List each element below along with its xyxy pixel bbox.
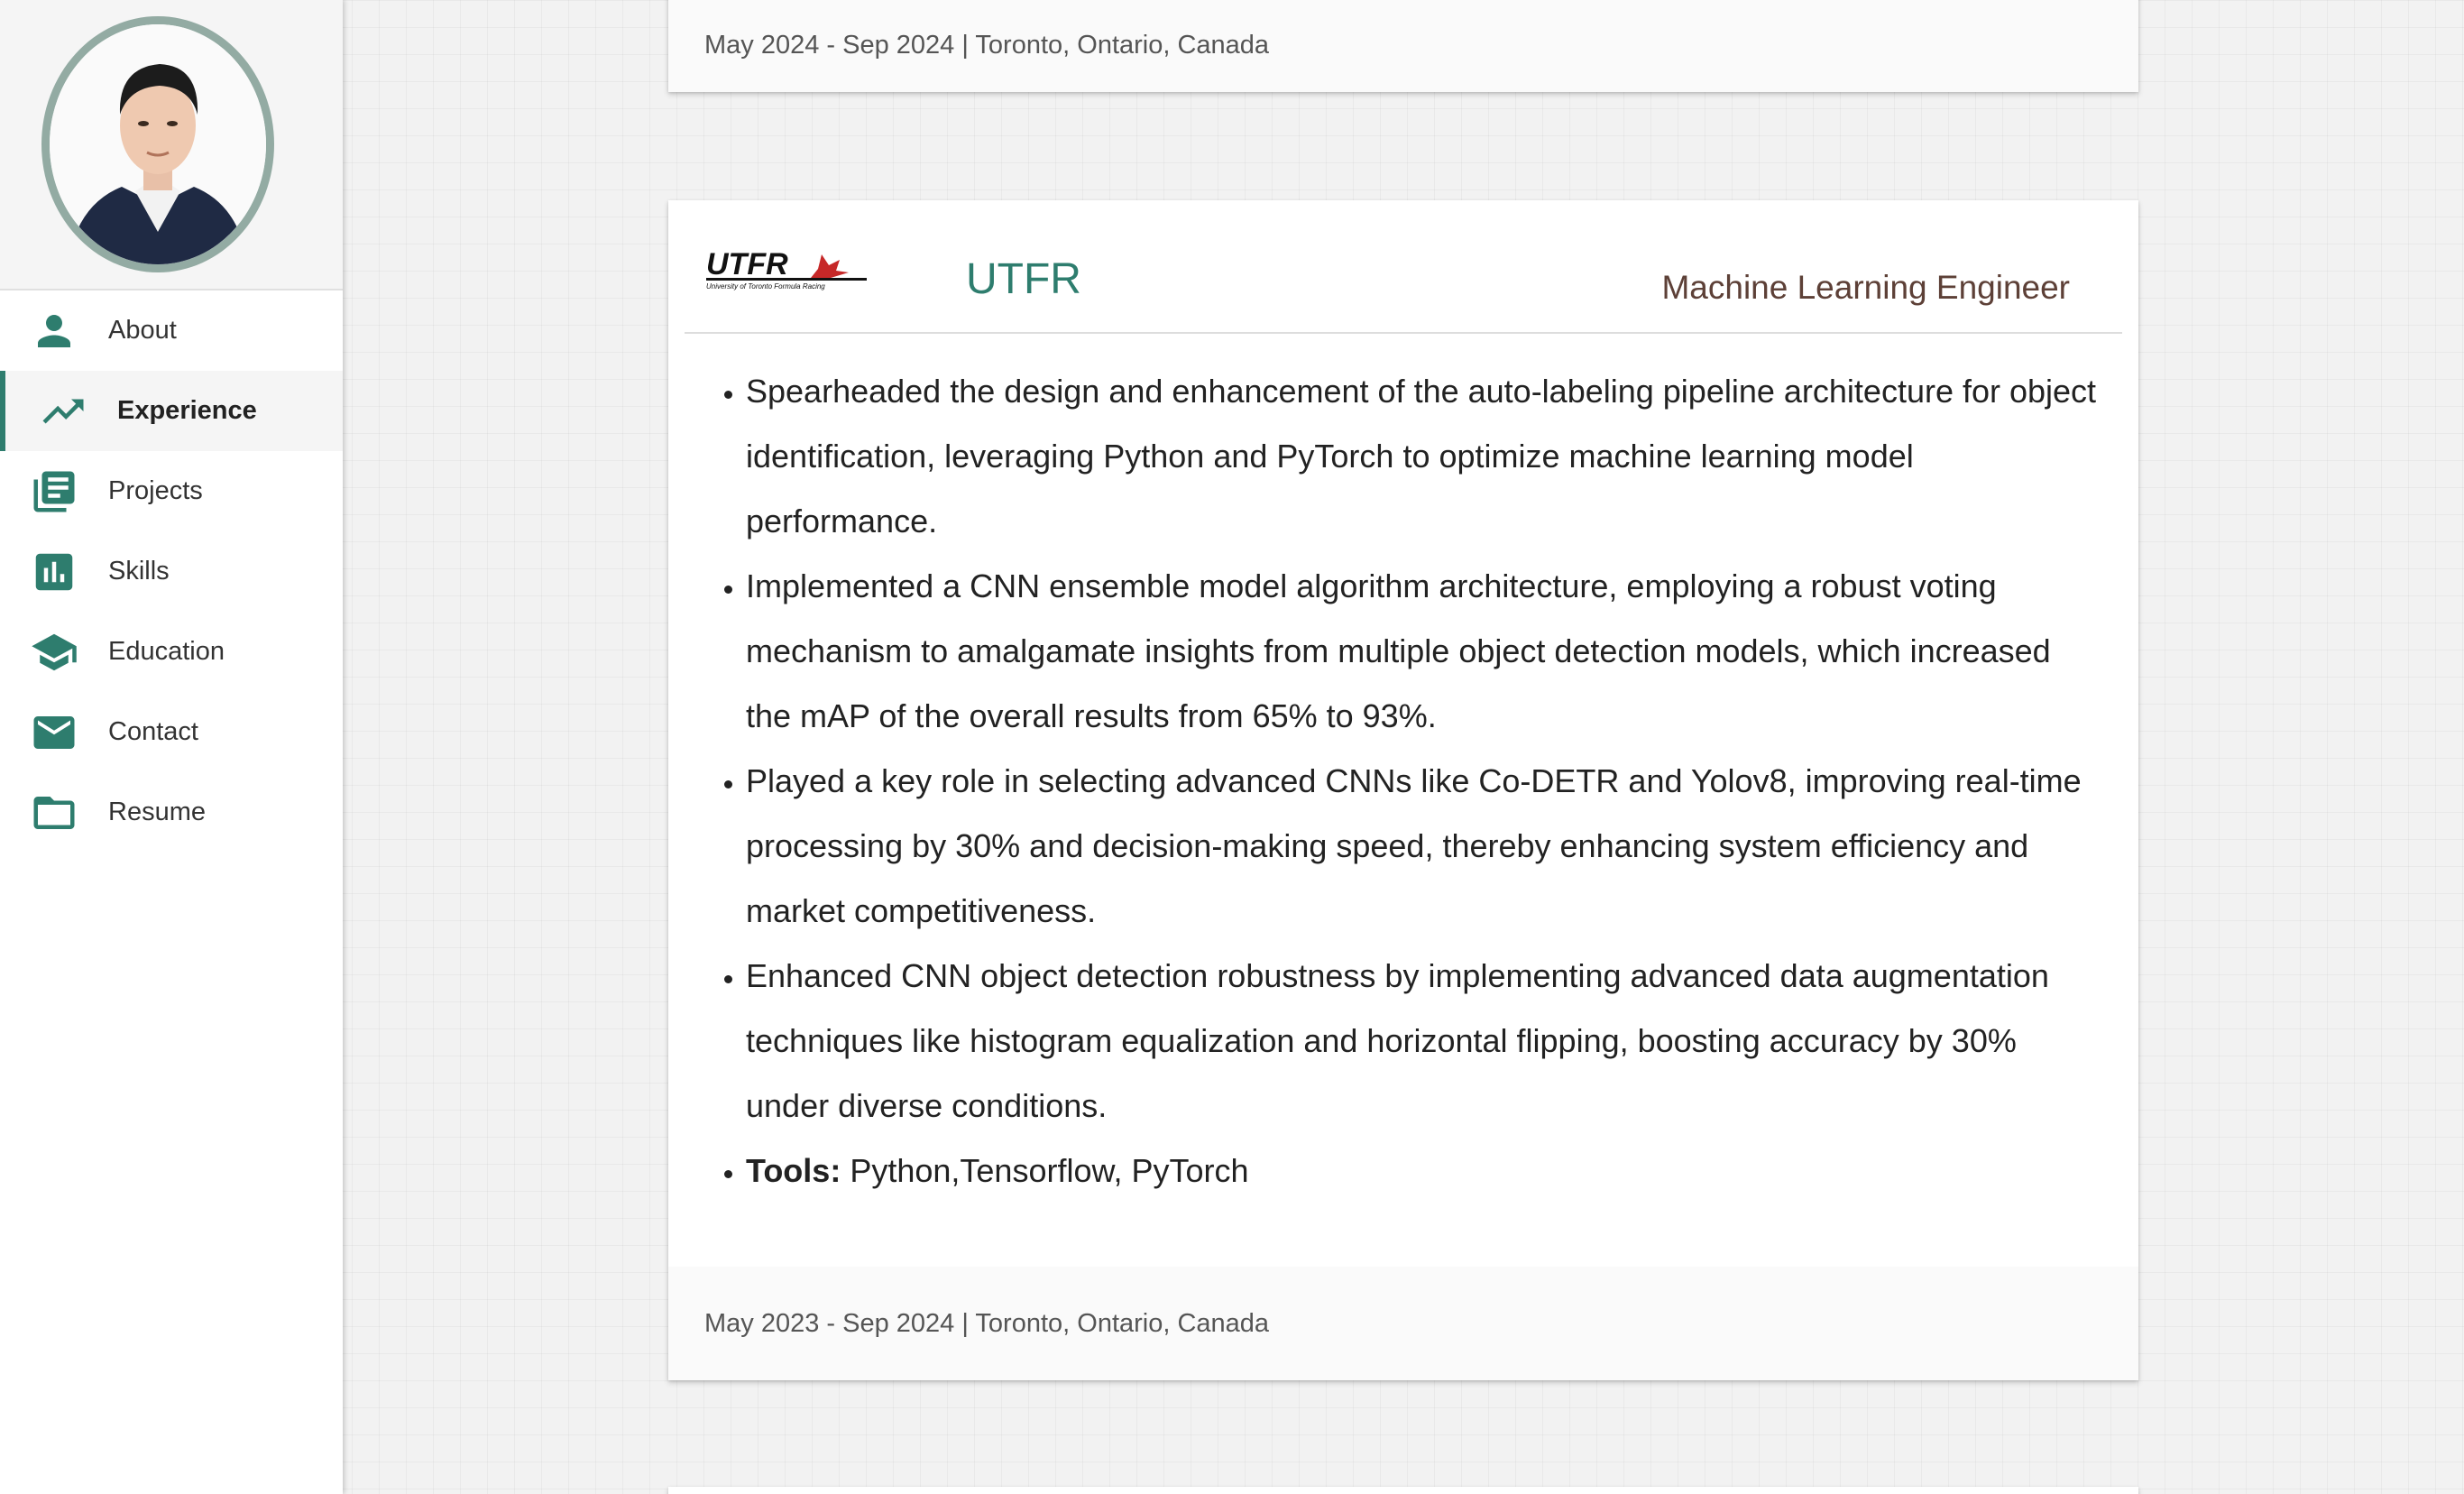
date-location: May 2023 - Sep 2024 | Toronto, Ontario, … (704, 1308, 1270, 1338)
sidebar-item-label: About (108, 316, 177, 345)
list-item: Spearheaded the design and enhancement o… (746, 359, 2102, 554)
folder-icon (29, 788, 79, 838)
trending-up-icon (38, 386, 88, 437)
experience-card-utfr: UTFR University of Toronto Formula Racin… (668, 200, 2138, 1380)
person-icon (29, 306, 79, 356)
sidebar-item-label: Resume (108, 798, 206, 826)
tools-label: Tools: (746, 1152, 841, 1189)
sidebar-item-resume[interactable]: Resume (0, 772, 343, 853)
tools-item: Tools: Python,Tensorflow, PyTorch (746, 1139, 2102, 1204)
date-location: May 2024 - Sep 2024 | Toronto, Ontario, … (704, 30, 1270, 60)
mail-icon (29, 707, 79, 758)
sidebar: About Experience Projects Skills Educati… (0, 0, 343, 1494)
logo-subtext: University of Toronto Formula Racing (706, 282, 825, 290)
sidebar-item-education[interactable]: Education (0, 612, 343, 692)
graduation-cap-icon (29, 627, 79, 678)
experience-card-previous: May 2024 - Sep 2024 | Toronto, Ontario, … (668, 0, 2138, 92)
sidebar-item-label: Projects (108, 476, 203, 505)
list-item: Played a key role in selecting advanced … (746, 749, 2102, 944)
profile-header (0, 0, 343, 290)
sidebar-item-experience[interactable]: Experience (0, 371, 343, 451)
job-title: Machine Learning Engineer (1661, 269, 2070, 306)
sidebar-item-skills[interactable]: Skills (0, 531, 343, 612)
sidebar-nav: About Experience Projects Skills Educati… (0, 290, 343, 853)
library-books-icon (29, 466, 79, 517)
logo-wordmark: UTFR (706, 247, 788, 281)
sidebar-item-about[interactable]: About (0, 290, 343, 371)
bar-chart-icon (29, 547, 79, 597)
card-header: UTFR University of Toronto Formula Racin… (685, 200, 2122, 334)
company-logo: UTFR University of Toronto Formula Racin… (706, 247, 867, 290)
sidebar-item-label: Contact (108, 717, 198, 746)
avatar (41, 16, 274, 272)
responsibilities-list: Spearheaded the design and enhancement o… (746, 359, 2102, 1204)
sidebar-item-label: Experience (117, 396, 257, 425)
sidebar-item-label: Education (108, 637, 225, 666)
list-item: Enhanced CNN object detection robustness… (746, 944, 2102, 1139)
sidebar-item-projects[interactable]: Projects (0, 451, 343, 531)
sidebar-item-label: Skills (108, 557, 170, 586)
sidebar-item-contact[interactable]: Contact (0, 692, 343, 772)
avatar-photo (50, 24, 266, 264)
card-footer: May 2023 - Sep 2024 | Toronto, Ontario, … (668, 1267, 2138, 1380)
tools-value: Python,Tensorflow, PyTorch (841, 1152, 1249, 1189)
company-name: UTFR (966, 255, 1081, 303)
card-footer: May 2024 - Sep 2024 | Toronto, Ontario, … (668, 0, 2138, 92)
experience-card-next (668, 1487, 2138, 1494)
list-item: Implemented a CNN ensemble model algorit… (746, 554, 2102, 749)
